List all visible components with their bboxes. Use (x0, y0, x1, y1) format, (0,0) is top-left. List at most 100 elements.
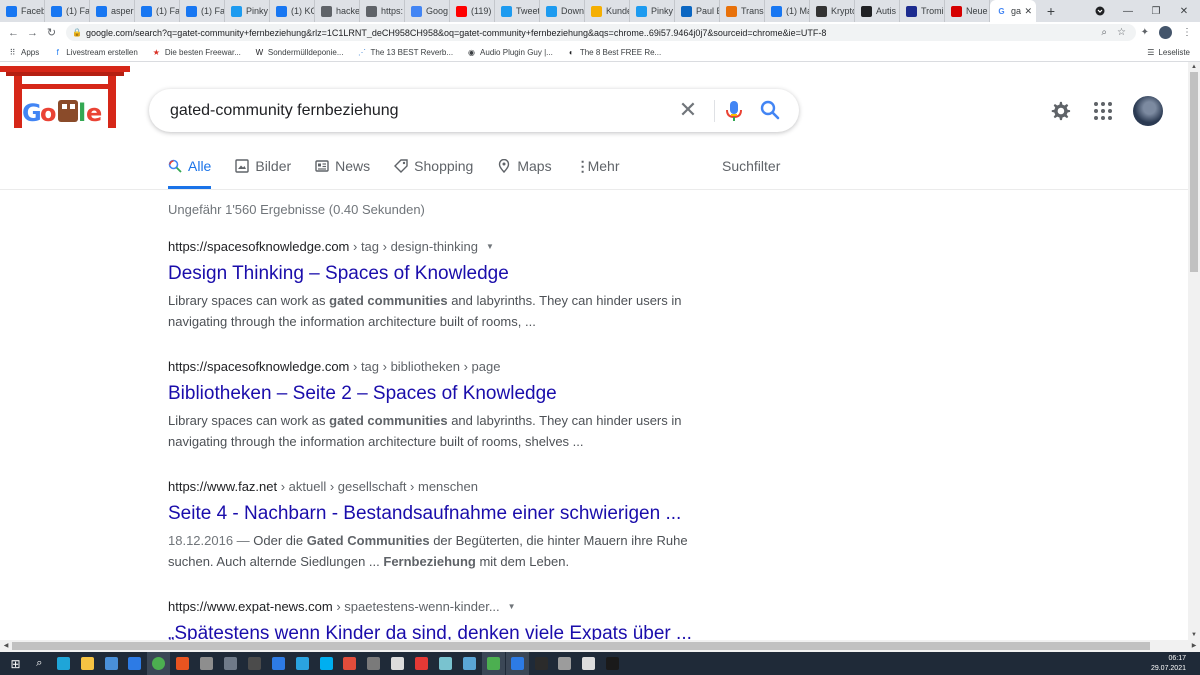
result-url[interactable]: https://www.faz.net › aktuell › gesellsc… (168, 477, 708, 495)
taskbar-app[interactable] (505, 652, 529, 675)
scroll-down-arrow[interactable]: ▼ (1188, 630, 1200, 640)
bookmark-item[interactable]: ◉ Audio Plugin Guy |... (467, 48, 553, 57)
result-url[interactable]: https://spacesofknowledge.com › tag › bi… (168, 357, 708, 375)
browser-tab[interactable]: (1) KC (270, 0, 315, 22)
tab-news[interactable]: News (315, 150, 370, 186)
browser-tab[interactable]: Kunde (585, 0, 630, 22)
forward-button[interactable]: → (23, 27, 42, 39)
taskbar-app[interactable] (243, 652, 266, 675)
google-doodle-logo[interactable]: G o l e (0, 66, 130, 128)
result-url[interactable]: https://spacesofknowledge.com › tag › de… (168, 237, 708, 255)
browser-tab[interactable]: Neue (945, 0, 990, 22)
minimize-button[interactable]: — (1114, 0, 1142, 22)
taskbar-app[interactable] (195, 652, 218, 675)
taskbar-app[interactable] (219, 652, 242, 675)
chevron-down-icon[interactable]: ▼ (486, 242, 494, 251)
tab-search-button[interactable] (1086, 0, 1114, 22)
result-title-link[interactable]: Seite 4 - Nachbarn - Bestandsaufnahme ei… (168, 502, 708, 526)
google-apps-icon[interactable] (1093, 101, 1113, 121)
browser-tab[interactable]: Transc (720, 0, 765, 22)
taskbar-app[interactable] (123, 652, 146, 675)
browser-tab[interactable]: Down (540, 0, 585, 22)
browser-tab[interactable]: hacke (315, 0, 360, 22)
taskbar-app[interactable] (267, 652, 290, 675)
browser-tab[interactable]: (1) Fa (180, 0, 225, 22)
browser-tab[interactable]: Autis (855, 0, 900, 22)
browser-tab[interactable]: (1) Fa (45, 0, 90, 22)
scroll-up-arrow[interactable]: ▲ (1188, 62, 1200, 72)
gear-icon[interactable] (1049, 100, 1071, 122)
tab-images[interactable]: Bilder (235, 150, 291, 186)
taskbar-app[interactable] (291, 652, 314, 675)
result-title-link[interactable]: Bibliotheken – Seite 2 – Spaces of Knowl… (168, 382, 708, 406)
tab-shopping[interactable]: Shopping (394, 150, 473, 186)
bookmark-item[interactable]: ◐ The 8 Best FREE Re... (567, 48, 661, 57)
reload-button[interactable]: ↻ (42, 26, 61, 39)
taskbar-app[interactable]: ⌕ (28, 652, 51, 675)
browser-tab[interactable]: Krypto (810, 0, 855, 22)
taskbar-app[interactable] (76, 652, 99, 675)
profile-avatar-icon[interactable] (1159, 26, 1172, 39)
reading-list-button[interactable]: ☰ Leseliste (1147, 43, 1190, 62)
browser-tab[interactable]: (119) (450, 0, 495, 22)
taskbar-app[interactable] (530, 652, 553, 675)
url-text[interactable]: google.com/search?q=gatet-community+fern… (86, 28, 826, 38)
taskbar-app[interactable] (410, 652, 433, 675)
taskbar-app[interactable] (386, 652, 409, 675)
scroll-thumb[interactable] (12, 642, 1150, 650)
taskbar-app[interactable] (434, 652, 457, 675)
browser-tab[interactable]: https: (360, 0, 405, 22)
system-clock[interactable]: 06:17 29.07.2021 (1151, 654, 1186, 674)
taskbar-app[interactable] (481, 652, 505, 675)
scroll-left-arrow[interactable]: ◀ (0, 640, 12, 652)
browser-tab[interactable]: Tweet (495, 0, 540, 22)
vertical-scrollbar[interactable]: ▲ ▼ (1188, 62, 1200, 640)
tab-maps[interactable]: Maps (497, 150, 552, 186)
browser-tab[interactable]: (1) Fa (135, 0, 180, 22)
taskbar-app[interactable] (553, 652, 576, 675)
browser-tab[interactable]: Pinky (225, 0, 270, 22)
tab-all[interactable]: Alle (168, 150, 212, 189)
taskbar-app[interactable] (362, 652, 385, 675)
microphone-icon[interactable] (723, 99, 745, 123)
taskbar-app[interactable] (338, 652, 361, 675)
taskbar-app[interactable] (577, 652, 600, 675)
browser-tab[interactable]: Goog (405, 0, 450, 22)
bookmark-item[interactable]: W Sondermülldeponie... (255, 48, 344, 57)
bookmark-item[interactable]: f Livestream erstellen (53, 48, 138, 57)
horizontal-scrollbar[interactable]: ◀ ▶ (0, 640, 1200, 652)
taskbar-app[interactable] (147, 652, 171, 675)
bookmark-item[interactable]: ★ Die besten Freewar... (152, 48, 241, 57)
taskbar-app[interactable] (458, 652, 481, 675)
browser-tab[interactable]: Paul E (675, 0, 720, 22)
new-tab-button[interactable]: + (1042, 3, 1060, 19)
result-title-link[interactable]: Design Thinking – Spaces of Knowledge (168, 262, 708, 286)
close-window-button[interactable]: ✕ (1170, 0, 1198, 22)
bookmark-item[interactable]: ⋰ The 13 BEST Reverb... (357, 48, 453, 57)
search-icon[interactable] (759, 99, 781, 121)
taskbar-app[interactable] (601, 652, 624, 675)
search-input[interactable]: gated-community fernbeziehung (170, 102, 399, 120)
taskbar-app[interactable] (315, 652, 338, 675)
zoom-icon[interactable]: ⌕ (1101, 27, 1107, 38)
taskbar-app[interactable] (100, 652, 123, 675)
taskbar-app[interactable]: ⊞ (4, 652, 27, 675)
scroll-thumb[interactable] (1190, 72, 1198, 272)
taskbar-app[interactable] (52, 652, 75, 675)
bookmark-item[interactable]: ⠿ Apps (8, 48, 40, 57)
account-avatar[interactable] (1133, 96, 1163, 126)
extensions-puzzle-icon[interactable]: ✦ (1141, 27, 1149, 38)
taskbar-app[interactable] (171, 652, 194, 675)
scroll-right-arrow[interactable]: ▶ (1188, 640, 1200, 652)
chevron-down-icon[interactable]: ▼ (508, 602, 516, 611)
browser-tab[interactable]: Tromi (900, 0, 945, 22)
back-button[interactable]: ← (4, 27, 23, 39)
search-box[interactable]: gated-community fernbeziehung ✕ (149, 89, 799, 132)
clear-search-button[interactable]: ✕ (677, 99, 699, 121)
address-bar[interactable]: 🔒 google.com/search?q=gatet-community+fe… (66, 24, 1136, 41)
tab-active[interactable]: G ga ✕ (990, 0, 1036, 22)
browser-tab[interactable]: Pinky (630, 0, 675, 22)
search-tools-button[interactable]: Suchfilter (722, 158, 780, 174)
browser-menu-icon[interactable]: ⋮ (1182, 27, 1192, 38)
browser-tab[interactable]: (1) Ma (765, 0, 810, 22)
